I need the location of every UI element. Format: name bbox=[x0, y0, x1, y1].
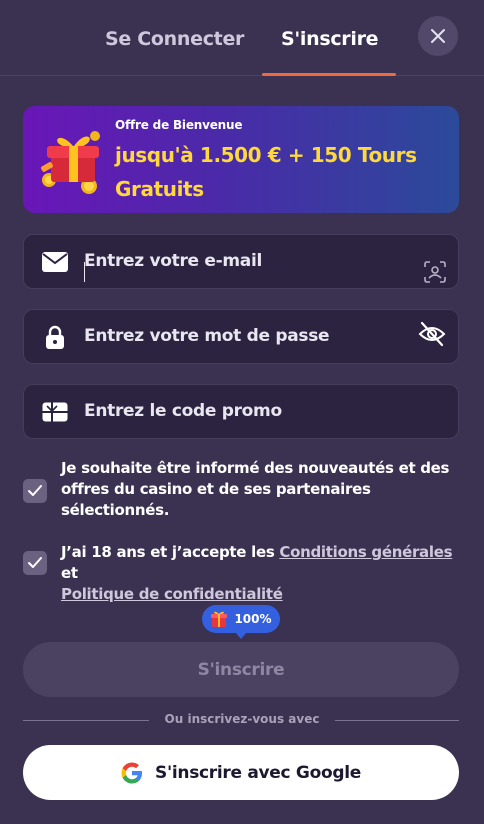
google-signup-label: S'inscrire avec Google bbox=[155, 762, 361, 783]
mail-icon bbox=[42, 250, 68, 274]
divider-line-left bbox=[23, 720, 149, 721]
banner-subtitle: Offre de Bienvenue bbox=[115, 118, 243, 132]
privacy-policy-link[interactable]: Politique de confidentialité bbox=[61, 585, 283, 603]
lock-icon bbox=[42, 325, 68, 349]
text-cursor bbox=[84, 262, 85, 282]
email-field[interactable]: Entrez votre e-mail bbox=[23, 234, 459, 289]
gift-box-icon bbox=[41, 131, 100, 194]
terms-link[interactable]: Conditions générales bbox=[279, 543, 452, 561]
newsletter-checkbox[interactable] bbox=[23, 479, 47, 503]
active-tab-indicator bbox=[262, 73, 396, 76]
age-terms-consent: J’ai 18 ans et j’accepte les Conditions … bbox=[23, 540, 459, 603]
divider-line-right bbox=[335, 720, 459, 721]
gift-icon bbox=[211, 611, 228, 627]
welcome-offer-banner[interactable]: Offre de Bienvenue jusqu'à 1.500 € + 150… bbox=[23, 106, 459, 213]
age-terms-prefix: J’ai 18 ans et j’accepte les bbox=[61, 543, 280, 561]
gift-card-icon bbox=[42, 400, 68, 424]
google-icon bbox=[121, 762, 143, 783]
google-signup-button[interactable]: S'inscrire avec Google bbox=[23, 745, 459, 800]
password-placeholder: Entrez votre mot de passe bbox=[84, 326, 330, 346]
eye-off-icon[interactable] bbox=[418, 320, 446, 348]
age-terms-middle: et bbox=[61, 564, 78, 582]
tab-login[interactable]: Se Connecter bbox=[105, 28, 244, 50]
progress-percent: 100% bbox=[234, 612, 272, 626]
register-submit-button[interactable]: S'inscrire bbox=[23, 642, 459, 697]
face-scan-icon[interactable] bbox=[424, 261, 446, 283]
tab-register[interactable]: S'inscrire bbox=[281, 28, 379, 50]
close-button[interactable] bbox=[418, 16, 458, 56]
auth-tabs: Se Connecter S'inscrire bbox=[0, 0, 484, 76]
promo-code-field[interactable]: Entrez le code promo bbox=[23, 384, 459, 439]
checkmark-icon bbox=[28, 485, 42, 496]
age-terms-text: J’ai 18 ans et j’accepte les Conditions … bbox=[61, 542, 461, 605]
close-icon bbox=[431, 29, 445, 43]
email-placeholder: Entrez votre e-mail bbox=[84, 251, 263, 271]
age-terms-checkbox[interactable] bbox=[23, 551, 47, 575]
checkmark-icon bbox=[28, 557, 42, 568]
promo-placeholder: Entrez le code promo bbox=[84, 401, 282, 421]
form-progress-badge: 100% bbox=[202, 605, 280, 639]
divider-label: Ou inscrivez-vous avec bbox=[164, 712, 320, 726]
register-panel: Se Connecter S'inscrire Offre de Bienven… bbox=[0, 0, 484, 824]
password-field[interactable]: Entrez votre mot de passe bbox=[23, 309, 459, 364]
alt-signup-divider: Ou inscrivez-vous avec bbox=[23, 712, 459, 728]
banner-title: jusqu'à 1.500 € + 150 Tours Gratuits bbox=[115, 143, 417, 201]
newsletter-consent-text: Je souhaite être informé des nouveautés … bbox=[61, 459, 450, 519]
newsletter-consent: Je souhaite être informé des nouveautés … bbox=[23, 456, 459, 522]
